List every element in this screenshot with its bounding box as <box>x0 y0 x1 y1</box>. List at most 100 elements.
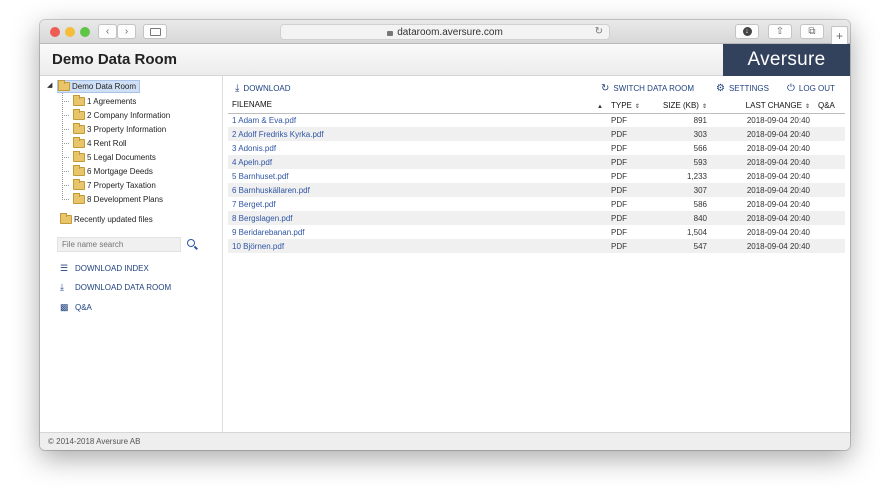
downloads-button[interactable]: ↓ <box>735 24 759 39</box>
file-type: PDF <box>607 127 657 141</box>
close-window-button[interactable] <box>50 27 60 37</box>
tree-item-development-plans[interactable]: 8 Development Plans <box>73 193 163 206</box>
table-row[interactable]: 3 Adonis.pdf PDF 566 2018-09-04 20:40 <box>228 141 845 155</box>
logout-button[interactable]: ⏻ LOG OUT <box>787 83 835 94</box>
zoom-window-button[interactable] <box>80 27 90 37</box>
file-qa <box>814 169 845 183</box>
table-row[interactable]: 1 Adam & Eva.pdf PDF 891 2018-09-04 20:4… <box>228 113 845 127</box>
table-row[interactable]: 2 Adolf Fredriks Kyrka.pdf PDF 303 2018-… <box>228 127 845 141</box>
file-date: 2018-09-04 20:40 <box>711 239 814 253</box>
table-row[interactable]: 4 Apeln.pdf PDF 593 2018-09-04 20:40 <box>228 155 845 169</box>
column-header-label: LAST CHANGE <box>745 100 802 110</box>
tree-item-rent-roll[interactable]: 4 Rent Roll <box>73 137 127 150</box>
file-name[interactable]: 2 Adolf Fredriks Kyrka.pdf <box>228 127 607 141</box>
file-size: 566 <box>693 143 707 153</box>
address-bar[interactable]: dataroom.aversure.com ↻ <box>280 24 610 40</box>
download-circle-icon: ↓ <box>742 27 752 36</box>
file-qa <box>814 239 845 253</box>
tree-item-label: 8 Development Plans <box>87 195 164 204</box>
folder-icon <box>73 151 85 162</box>
tree-item-mortgage-deeds[interactable]: 6 Mortgage Deeds <box>73 165 153 178</box>
file-name[interactable]: 3 Adonis.pdf <box>228 141 607 155</box>
tree-connector <box>62 115 69 116</box>
forward-button[interactable]: › <box>117 24 136 39</box>
table-row[interactable]: 5 Barnhuset.pdf PDF 1,233 2018-09-04 20:… <box>228 169 845 183</box>
tree-connector <box>62 199 69 200</box>
folder-icon <box>73 193 85 204</box>
search-icon-handle <box>194 245 198 250</box>
column-header-qa[interactable]: Q&A <box>814 98 845 114</box>
tree-connector <box>62 185 69 186</box>
file-name[interactable]: 10 Björnen.pdf <box>228 239 607 253</box>
gear-icon: ⚙ <box>716 83 725 94</box>
tree-item-company-information[interactable]: 2 Company Information <box>73 109 170 122</box>
tree-connector <box>62 129 69 130</box>
file-type: PDF <box>607 155 657 169</box>
file-name[interactable]: 8 Bergslagen.pdf <box>228 211 607 225</box>
reload-icon[interactable]: ↻ <box>595 26 603 37</box>
sidebar-toggle-button[interactable] <box>143 24 167 39</box>
qa-label: Q&A <box>75 303 92 312</box>
recently-updated-files[interactable]: Recently updated files <box>60 213 153 226</box>
table-row[interactable]: 10 Björnen.pdf PDF 547 2018-09-04 20:40 <box>228 239 845 253</box>
file-name[interactable]: 9 Beridarebanan.pdf <box>228 225 607 239</box>
download-index-link[interactable]: ☰ DOWNLOAD INDEX <box>60 263 149 274</box>
folder-icon <box>73 123 85 134</box>
tree-item-root[interactable]: Demo Data Room <box>57 80 141 93</box>
file-name[interactable]: 7 Berget.pdf <box>228 197 607 211</box>
url-text: dataroom.aversure.com <box>397 26 503 38</box>
file-table: FILENAME ▲ TYPE ⇕ SIZE (KB) ⇕ LAST CHANGE ⇕… <box>228 98 845 253</box>
column-header-filename[interactable]: FILENAME ▲ <box>228 98 607 114</box>
qa-link[interactable]: ▩ Q&A <box>60 302 92 313</box>
file-type: PDF <box>607 183 657 197</box>
new-tab-button[interactable]: + <box>831 26 848 44</box>
table-row[interactable]: 8 Bergslagen.pdf PDF 840 2018-09-04 20:4… <box>228 211 845 225</box>
folder-icon <box>60 213 72 224</box>
column-header-label: SIZE (KB) <box>662 100 699 110</box>
file-date: 2018-09-04 20:40 <box>746 199 810 209</box>
switch-data-room-button[interactable]: ↻ SWITCH DATA ROOM <box>601 83 694 94</box>
download-button[interactable]: ⤓ DOWNLOAD <box>235 83 291 94</box>
tree-item-property-taxation[interactable]: 7 Property Taxation <box>73 179 156 192</box>
tree-item-label: 5 Legal Documents <box>87 153 156 162</box>
column-header-type[interactable]: TYPE ⇕ <box>607 98 657 114</box>
tree-item-label: 7 Property Taxation <box>87 181 156 190</box>
minimize-window-button[interactable] <box>65 27 75 37</box>
download-data-room-link[interactable]: ⤓ DOWNLOAD DATA ROOM <box>60 282 171 293</box>
back-button[interactable]: ‹ <box>98 24 117 39</box>
sort-icon: ⇕ <box>804 103 810 110</box>
download-data-room-label: DOWNLOAD DATA ROOM <box>75 283 172 292</box>
sort-icon: ⇕ <box>701 103 707 110</box>
file-size: 303 <box>657 127 711 141</box>
table-row[interactable]: 7 Berget.pdf PDF 586 2018-09-04 20:40 <box>228 197 845 211</box>
file-type: PDF <box>607 239 657 253</box>
download-icon: ⤓ <box>60 282 64 292</box>
settings-button[interactable]: ⚙ SETTINGS <box>716 83 769 94</box>
file-name[interactable]: 4 Apeln.pdf <box>228 155 607 169</box>
file-name[interactable]: 5 Barnhuset.pdf <box>228 169 607 183</box>
column-header-last-change[interactable]: LAST CHANGE ⇕ <box>711 98 814 114</box>
lock-icon <box>387 30 394 36</box>
tree-item-property-information[interactable]: 3 Property Information <box>73 123 166 136</box>
file-qa <box>814 127 845 141</box>
browser-window: ‹ › dataroom.aversure.com ↻ ↓ ⇧ ⧉ + Demo… <box>40 20 850 450</box>
tree-item-agreements[interactable]: 1 Agreements <box>73 95 136 108</box>
tree-connector <box>62 93 63 200</box>
file-name-search-input[interactable] <box>57 237 181 252</box>
file-name[interactable]: 1 Adam & Eva.pdf <box>228 113 607 127</box>
download-label: DOWNLOAD <box>243 84 291 93</box>
file-date: 2018-09-04 20:40 <box>711 127 814 141</box>
tabs-button[interactable]: ⧉ <box>800 24 824 39</box>
file-type: PDF <box>611 143 627 153</box>
page-title: Demo Data Room <box>52 51 178 68</box>
file-size: 547 <box>657 239 711 253</box>
table-row[interactable]: 6 Barnhuskällaren.pdf PDF 307 2018-09-04… <box>228 183 845 197</box>
tree-expand-toggle[interactable]: ◢ <box>47 81 52 89</box>
share-button[interactable]: ⇧ <box>768 24 792 39</box>
column-header-size[interactable]: SIZE (KB) ⇕ <box>657 98 711 114</box>
table-row[interactable]: 9 Beridarebanan.pdf PDF 1,504 2018-09-04… <box>228 225 845 239</box>
file-name[interactable]: 6 Barnhuskällaren.pdf <box>228 183 607 197</box>
file-type: PDF <box>607 211 657 225</box>
tree-item-legal-documents[interactable]: 5 Legal Documents <box>73 151 156 164</box>
file-size: 891 <box>693 115 707 125</box>
